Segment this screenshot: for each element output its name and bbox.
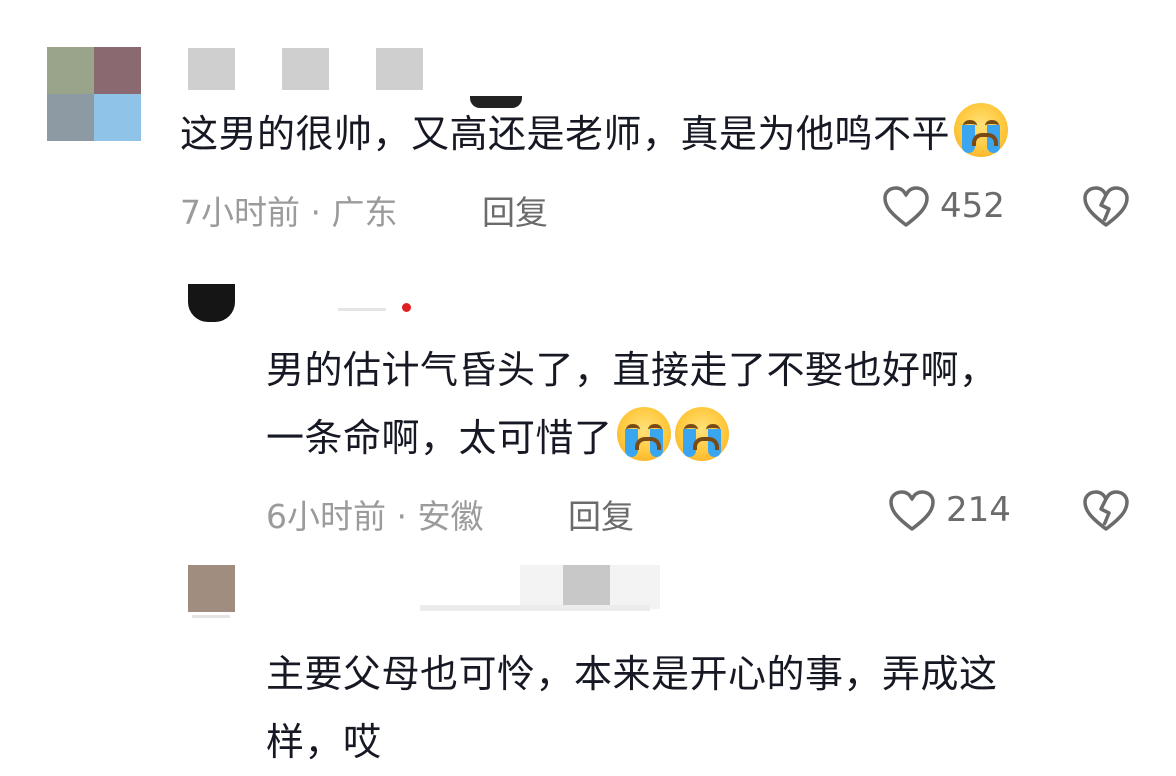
- username-redacted[interactable]: [188, 48, 428, 92]
- reply-button[interactable]: 回复: [482, 186, 548, 234]
- avatar[interactable]: [188, 284, 235, 322]
- avatar[interactable]: [188, 565, 235, 625]
- comment-meta: 7小时前 · 广东: [180, 193, 398, 232]
- heart-outline-icon: [889, 490, 935, 531]
- heart-outline-icon: [883, 186, 929, 227]
- comment-text-line-1: 主要父母也可怜，本来是开心的事，弄成这: [266, 652, 998, 696]
- loudly-crying-face-emoji: [954, 103, 1009, 157]
- broken-heart-icon[interactable]: [1082, 489, 1130, 533]
- broken-heart-icon[interactable]: [1082, 185, 1130, 229]
- like-count: 452: [940, 186, 1005, 226]
- comment-text: 这男的很帅，又高还是老师，真是为他鸣不平: [180, 100, 1009, 168]
- reply-button[interactable]: 回复: [568, 490, 634, 538]
- loudly-crying-face-emoji: [616, 407, 671, 461]
- loudly-crying-face-emoji: [674, 407, 729, 461]
- comment-text-line-1: 男的估计气昏头了，直接走了不娶也好啊，: [266, 348, 998, 392]
- username-redacted[interactable]: [420, 565, 720, 615]
- username-redacted[interactable]: [328, 300, 418, 320]
- comment-text-line-2: 一条命啊，太可惜了: [266, 404, 729, 472]
- comment-meta: 6小时前 · 安徽: [266, 497, 484, 536]
- like-button[interactable]: 214: [888, 489, 1028, 533]
- like-count: 214: [946, 490, 1011, 530]
- avatar[interactable]: [47, 47, 141, 141]
- like-button[interactable]: 452: [882, 185, 1022, 229]
- comment-text-line-2: 样，哎: [266, 720, 382, 764]
